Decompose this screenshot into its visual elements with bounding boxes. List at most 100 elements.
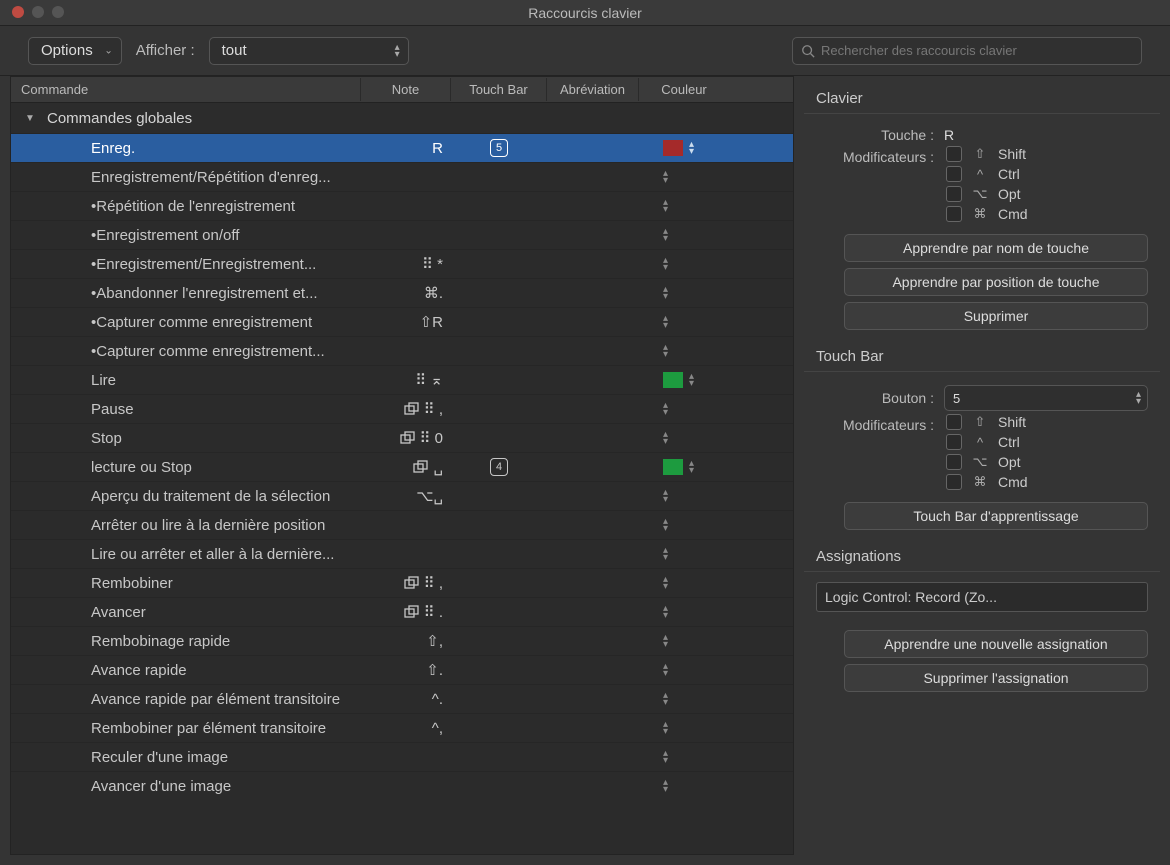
modifier-symbol: ⌥ bbox=[972, 186, 988, 202]
learn-by-name-button[interactable]: Apprendre par nom de touche bbox=[844, 234, 1148, 262]
table-row[interactable]: Arrêter ou lire à la dernière position▴▾ bbox=[11, 510, 793, 539]
modifier-checkbox[interactable] bbox=[946, 474, 962, 490]
tb-button-row: Bouton : 5 ▴▾ bbox=[804, 382, 1160, 414]
stepper-icon[interactable]: ▴▾ bbox=[689, 460, 694, 474]
close-window-icon[interactable] bbox=[12, 6, 24, 18]
tb-button-select[interactable]: 5 ▴▾ bbox=[944, 385, 1148, 411]
stepper-icon[interactable]: ▴▾ bbox=[689, 373, 694, 387]
table-row[interactable]: •Capturer comme enregistrement...▴▾ bbox=[11, 336, 793, 365]
stepper-icon[interactable]: ▴▾ bbox=[663, 605, 668, 619]
duplicate-icon bbox=[404, 605, 420, 619]
stepper-icon[interactable]: ▴▾ bbox=[663, 228, 668, 242]
touchbar-learn-button[interactable]: Touch Bar d'apprentissage bbox=[844, 502, 1148, 530]
table-row[interactable]: Aperçu du traitement de la sélection⌥␣▴▾ bbox=[11, 481, 793, 510]
color-cell: ▴▾ bbox=[639, 402, 729, 416]
note-value: ⠿ . bbox=[424, 603, 443, 621]
table-row[interactable]: Pause⠿ ,▴▾ bbox=[11, 394, 793, 423]
color-cell: ▴▾ bbox=[639, 315, 729, 329]
col-header-command[interactable]: Commande bbox=[11, 78, 361, 101]
modifier-checkbox[interactable] bbox=[946, 146, 962, 162]
disclosure-triangle-icon[interactable]: ▼ bbox=[25, 113, 35, 124]
table-row[interactable]: Enregistrement/Répétition d'enreg...▴▾ bbox=[11, 162, 793, 191]
toolbar: Options ⌄ Afficher : tout ▴▾ bbox=[0, 26, 1170, 76]
assignment-value[interactable]: Logic Control: Record (Zo... bbox=[816, 582, 1148, 612]
search-box[interactable] bbox=[792, 37, 1142, 65]
delete-assignment-button[interactable]: Supprimer l'assignation bbox=[844, 664, 1148, 692]
table-row[interactable]: Rembobiner par élément transitoire^,▴▾ bbox=[11, 713, 793, 742]
stepper-icon[interactable]: ▴▾ bbox=[663, 489, 668, 503]
group-row[interactable]: ▼ Commandes globales bbox=[11, 103, 793, 133]
col-header-note[interactable]: Note bbox=[361, 78, 451, 101]
color-cell: ▴▾ bbox=[639, 663, 729, 677]
modifier-name: Shift bbox=[998, 414, 1026, 430]
note-cell: ⠿ , bbox=[361, 574, 451, 592]
note-value: ^, bbox=[432, 720, 443, 737]
stepper-icon[interactable]: ▴▾ bbox=[689, 141, 694, 155]
duplicate-icon bbox=[404, 402, 420, 416]
table-row[interactable]: Lire ou arrêter et aller à la dernière..… bbox=[11, 539, 793, 568]
table-row[interactable]: Avance rapide par élément transitoire^.▴… bbox=[11, 684, 793, 713]
modifier-checkbox[interactable] bbox=[946, 166, 962, 182]
color-cell: ▴▾ bbox=[639, 721, 729, 735]
delete-button[interactable]: Supprimer bbox=[844, 302, 1148, 330]
modifier-symbol: ⌥ bbox=[972, 454, 988, 470]
table-row[interactable]: •Capturer comme enregistrement⇧R▴▾ bbox=[11, 307, 793, 336]
table-row[interactable]: Avancer d'une image▴▾ bbox=[11, 771, 793, 800]
table-row[interactable]: •Répétition de l'enregistrement▴▾ bbox=[11, 191, 793, 220]
modifier-name: Cmd bbox=[998, 206, 1028, 222]
command-cell: Avancer bbox=[11, 604, 361, 621]
zoom-window-icon[interactable] bbox=[52, 6, 64, 18]
table-row[interactable]: •Abandonner l'enregistrement et...⌘. ▴▾ bbox=[11, 278, 793, 307]
stepper-icon[interactable]: ▴▾ bbox=[663, 518, 668, 532]
minimize-window-icon[interactable] bbox=[32, 6, 44, 18]
stepper-icon[interactable]: ▴▾ bbox=[663, 779, 668, 793]
note-cell: ⠿ * bbox=[361, 255, 451, 273]
table-row[interactable]: Avance rapide⇧.▴▾ bbox=[11, 655, 793, 684]
stepper-icon[interactable]: ▴▾ bbox=[663, 315, 668, 329]
stepper-icon[interactable]: ▴▾ bbox=[663, 170, 668, 184]
table-body[interactable]: ▼ Commandes globales Enreg.R5▴▾Enregistr… bbox=[11, 103, 793, 854]
filter-dropdown[interactable]: tout ▴▾ bbox=[209, 37, 409, 65]
stepper-icon[interactable]: ▴▾ bbox=[663, 286, 668, 300]
modifier-checkbox[interactable] bbox=[946, 414, 962, 430]
stepper-icon[interactable]: ▴▾ bbox=[663, 576, 668, 590]
stepper-icon[interactable]: ▴▾ bbox=[663, 199, 668, 213]
stepper-icon[interactable]: ▴▾ bbox=[663, 344, 668, 358]
modifier-checkbox[interactable] bbox=[946, 454, 962, 470]
stepper-icon[interactable]: ▴▾ bbox=[663, 431, 668, 445]
stepper-icon[interactable]: ▴▾ bbox=[663, 721, 668, 735]
col-header-touchbar[interactable]: Touch Bar bbox=[451, 78, 547, 101]
stepper-icon[interactable]: ▴▾ bbox=[663, 750, 668, 764]
table-row[interactable]: Stop⠿ 0▴▾ bbox=[11, 423, 793, 452]
command-cell: •Abandonner l'enregistrement et... bbox=[11, 285, 361, 302]
table-row[interactable]: •Enregistrement on/off▴▾ bbox=[11, 220, 793, 249]
note-cell: ⌘. bbox=[361, 284, 451, 302]
table-row[interactable]: Rembobinage rapide⇧,▴▾ bbox=[11, 626, 793, 655]
table-row[interactable]: Lire⠿ ⌅▴▾ bbox=[11, 365, 793, 394]
modifier-checkbox[interactable] bbox=[946, 206, 962, 222]
modifier-checkbox[interactable] bbox=[946, 186, 962, 202]
table-row[interactable]: Rembobiner⠿ ,▴▾ bbox=[11, 568, 793, 597]
stepper-icon[interactable]: ▴▾ bbox=[663, 663, 668, 677]
stepper-icon[interactable]: ▴▾ bbox=[663, 257, 668, 271]
col-header-abbreviation[interactable]: Abréviation bbox=[547, 78, 639, 101]
table-row[interactable]: Reculer d'une image▴▾ bbox=[11, 742, 793, 771]
titlebar: Raccourcis clavier bbox=[0, 0, 1170, 26]
learn-assignment-button[interactable]: Apprendre une nouvelle assignation bbox=[844, 630, 1148, 658]
color-cell: ▴▾ bbox=[639, 431, 729, 445]
table-row[interactable]: Avancer ⠿ . ▴▾ bbox=[11, 597, 793, 626]
stepper-icon[interactable]: ▴▾ bbox=[663, 634, 668, 648]
tb-button-label: Bouton : bbox=[816, 390, 934, 406]
table-row[interactable]: lecture ou Stop␣4▴▾ bbox=[11, 452, 793, 481]
modifier-symbol: ⇧ bbox=[972, 414, 988, 430]
modifier-checkbox[interactable] bbox=[946, 434, 962, 450]
col-header-color[interactable]: Couleur bbox=[639, 78, 729, 101]
table-row[interactable]: •Enregistrement/Enregistrement...⠿ *▴▾ bbox=[11, 249, 793, 278]
table-row[interactable]: Enreg.R5▴▾ bbox=[11, 133, 793, 162]
search-input[interactable] bbox=[821, 43, 1133, 58]
learn-by-position-button[interactable]: Apprendre par position de touche bbox=[844, 268, 1148, 296]
stepper-icon[interactable]: ▴▾ bbox=[663, 692, 668, 706]
options-menu[interactable]: Options ⌄ bbox=[28, 37, 122, 65]
stepper-icon[interactable]: ▴▾ bbox=[663, 547, 668, 561]
stepper-icon[interactable]: ▴▾ bbox=[663, 402, 668, 416]
